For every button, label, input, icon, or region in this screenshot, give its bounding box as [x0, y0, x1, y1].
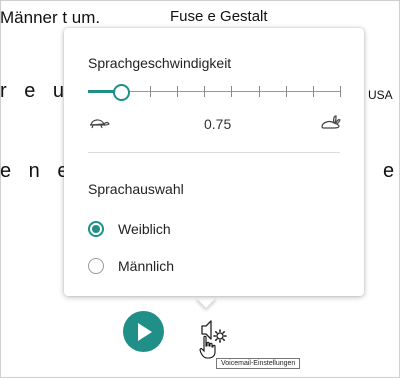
- slider-tick: [204, 86, 206, 97]
- slider-tick: [150, 86, 151, 97]
- play-button[interactable]: [123, 311, 164, 352]
- speed-title: Sprachgeschwindigkeit: [88, 55, 232, 71]
- slider-tick: [285, 86, 287, 97]
- settings-tooltip: Voicemail-Einstellungen: [216, 358, 301, 369]
- slider-tick: [340, 86, 341, 97]
- slider-thumb[interactable]: [112, 84, 130, 101]
- turtle-icon: [90, 119, 110, 129]
- radio-selected-dot: [92, 225, 100, 233]
- voice-option-label: Männlich: [118, 258, 175, 274]
- voice-option-male[interactable]: Männlich: [88, 255, 174, 277]
- voice-title: Sprachauswahl: [88, 181, 184, 197]
- slider-tick: [258, 86, 260, 97]
- reader-text-line: e: [383, 160, 395, 182]
- voice-option-female[interactable]: Weiblich: [88, 218, 171, 240]
- play-icon: [137, 322, 152, 341]
- speed-value: 0.75: [204, 116, 232, 132]
- reader-text-line: Fuse e Gestalt: [170, 8, 268, 25]
- voice-settings-popover: Sprachgeschwindigkeit 0.75 Sprachauswahl…: [64, 28, 364, 296]
- slider-tick: [312, 86, 314, 97]
- radio-male[interactable]: [88, 258, 104, 274]
- slider-tick: [231, 86, 233, 97]
- radio-female[interactable]: [88, 221, 104, 237]
- section-divider: [88, 152, 340, 153]
- voice-option-label: Weiblich: [118, 221, 171, 237]
- slider-tick: [177, 86, 179, 97]
- speed-slider[interactable]: [88, 82, 341, 102]
- hand-pointer-icon: [199, 335, 216, 359]
- rabbit-icon: [321, 115, 341, 129]
- reader-text-line: USA: [368, 88, 393, 102]
- reader-text-line: Männer t um.: [0, 8, 101, 27]
